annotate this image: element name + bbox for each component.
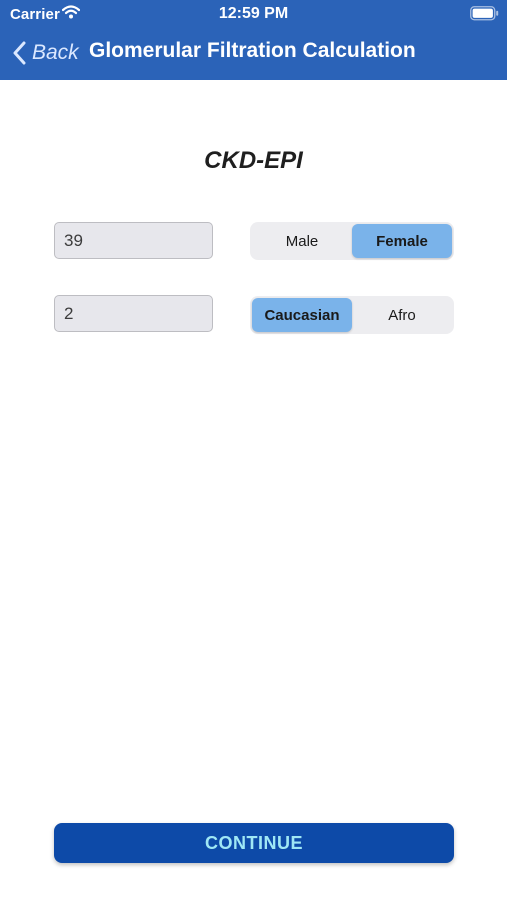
chevron-left-icon xyxy=(13,41,26,65)
back-button[interactable]: Back xyxy=(12,38,79,68)
screen: Carrier 12:59 PM Back Glomerular Filtrat… xyxy=(0,0,507,900)
age-input[interactable] xyxy=(54,222,213,259)
segment-female[interactable]: Female xyxy=(352,224,452,258)
header: Carrier 12:59 PM Back Glomerular Filtrat… xyxy=(0,0,507,80)
sex-segmented-control: Male Female xyxy=(250,222,454,260)
status-bar: Carrier 12:59 PM xyxy=(0,0,507,28)
segment-male[interactable]: Male xyxy=(252,224,352,258)
segment-afro[interactable]: Afro xyxy=(352,298,452,332)
creatinine-input[interactable] xyxy=(54,295,213,332)
continue-button[interactable]: CONTINUE xyxy=(54,823,454,863)
segment-caucasian[interactable]: Caucasian xyxy=(252,298,352,332)
status-time: 12:59 PM xyxy=(218,5,289,22)
page-title: Glomerular Filtration Calculation xyxy=(89,39,416,62)
back-label: Back xyxy=(32,41,79,64)
formula-title: CKD-EPI xyxy=(204,147,303,174)
battery-icon xyxy=(470,6,499,21)
race-segmented-control: Caucasian Afro xyxy=(250,296,454,334)
nav-bar: Back Glomerular Filtration Calculation xyxy=(0,28,507,80)
